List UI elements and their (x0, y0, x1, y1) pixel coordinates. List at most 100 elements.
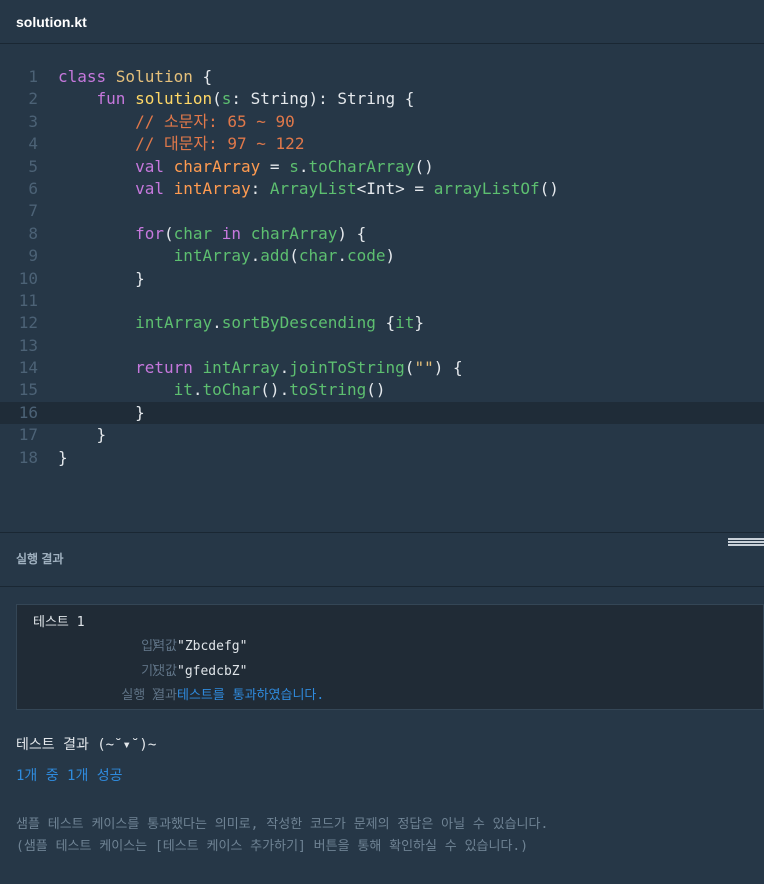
code-text: // 대문자: 97 ~ 122 (58, 133, 304, 155)
code-line[interactable]: 4 // 대문자: 97 ~ 122 (0, 133, 764, 155)
code-token: sortByDescending (221, 313, 376, 333)
code-token: val (135, 156, 174, 176)
code-line[interactable]: 5 val charArray = s.toCharArray() (0, 156, 764, 178)
row-value: "gfedcbZ" (177, 664, 248, 679)
code-token: ( (289, 246, 299, 266)
code-token: : (250, 178, 270, 198)
line-number: 8 (28, 223, 38, 243)
code-token: return (135, 358, 203, 378)
resize-handle-icon[interactable] (728, 538, 764, 546)
code-token: charArray (250, 223, 338, 243)
code-line[interactable]: 3 // 소문자: 65 ~ 90 (0, 111, 764, 133)
line-number: 2 (28, 89, 38, 109)
line-number: 9 (28, 246, 38, 266)
code-token: toChar (202, 380, 261, 400)
code-text: class Solution { (58, 66, 212, 88)
code-token: joinToString (289, 358, 405, 378)
line-number: 10 (18, 268, 38, 288)
code-token: () (539, 178, 559, 198)
chevron-right-icon: 〉 (152, 664, 166, 679)
result-note: 샘플 테스트 케이스를 통과했다는 의미로, 작성한 코드가 문제의 정답은 아… (16, 817, 549, 832)
code-token: Solution (115, 67, 193, 86)
code-line[interactable]: 17 } (0, 424, 764, 446)
code-token: // 대문자: 97 ~ 122 (58, 134, 305, 154)
code-text: fun solution(s: String): String { (58, 88, 415, 110)
code-token: . (279, 358, 290, 378)
code-token: ArrayList (269, 178, 357, 198)
row-label: 실행 결과 (121, 688, 177, 703)
code-token: ) { (433, 358, 463, 378)
code-line[interactable]: 2 fun solution(s: String): String { (0, 88, 764, 110)
test-row-result: 실행 결과 〉 테스트를 통과하였습니다. (17, 686, 763, 706)
code-line[interactable]: 13 (0, 335, 764, 357)
line-number: 18 (18, 447, 38, 467)
code-token: s (221, 89, 232, 109)
code-token: val (135, 178, 174, 198)
code-token: . (250, 246, 261, 266)
code-text: // 소문자: 65 ~ 90 (58, 111, 295, 133)
code-token: . (212, 313, 222, 333)
code-token: ( (212, 89, 222, 109)
test-case-title: 테스트 1 (33, 615, 85, 630)
code-token: } (414, 313, 425, 333)
file-name: solution.kt (16, 13, 87, 30)
code-text: for(char in charArray) { (58, 223, 366, 245)
code-line[interactable]: 10 } (0, 268, 764, 290)
code-line[interactable]: 18} (0, 447, 764, 469)
code-token: ) (385, 246, 396, 266)
code-token: for (135, 223, 164, 243)
line-number: 5 (28, 156, 38, 176)
pass-status: 테스트를 통과하였습니다. (177, 688, 325, 703)
code-line[interactable]: 6 val intArray: ArrayList<Int> = arrayLi… (0, 178, 764, 200)
code-line[interactable]: 1 class Solution { (0, 66, 764, 88)
line-number: 6 (28, 178, 38, 198)
code-line[interactable]: 12 intArray.sortByDescending {it} (0, 312, 764, 334)
file-tab-header: solution.kt (0, 0, 764, 44)
code-line[interactable]: 15 it.toChar().toString() (0, 379, 764, 401)
code-token: () (414, 156, 434, 176)
line-number: 14 (18, 358, 38, 378)
code-token: // 소문자: 65 ~ 90 (58, 111, 295, 131)
code-text: } (58, 424, 107, 446)
code-line[interactable]: 8 for(char in charArray) { (0, 223, 764, 245)
line-number: 3 (28, 111, 38, 131)
code-line[interactable]: 7 (0, 200, 764, 222)
chevron-right-icon: 〉 (152, 688, 166, 703)
code-token: arrayListOf (433, 178, 540, 198)
code-token: } (58, 447, 68, 467)
code-token: } (58, 268, 145, 288)
code-text: } (58, 402, 145, 424)
code-token: in (221, 223, 251, 243)
code-text: val charArray = s.toCharArray() (58, 156, 434, 178)
line-number: 15 (18, 380, 38, 400)
code-line[interactable]: 11 (0, 290, 764, 312)
code-token: it (395, 313, 415, 333)
code-editor[interactable]: 1 class Solution {2 fun solution(s: Strin… (0, 66, 764, 469)
test-case-card: 테스트 1 입력값 〉 "Zbcdefg" 기댓값 〉 "gfedcbZ" 실행… (16, 604, 764, 710)
code-token: it (173, 380, 193, 400)
chevron-right-icon: 〉 (152, 639, 166, 654)
result-note: (샘플 테스트 케이스는 [테스트 케이스 추가하기] 버튼을 통해 확인하실 … (16, 839, 529, 854)
code-token: charArray (173, 156, 261, 176)
code-token: ( (163, 223, 174, 243)
code-line[interactable]: 9 intArray.add(char.code) (0, 245, 764, 267)
code-token: () (366, 380, 386, 400)
code-token: . (337, 246, 348, 266)
result-summary: 1개 중 1개 성공 (16, 768, 123, 784)
code-text: } (58, 268, 145, 290)
code-token: : String): String { (231, 89, 415, 109)
code-token: char (173, 223, 222, 243)
code-token: toString (289, 380, 367, 400)
line-number: 16 (18, 402, 38, 422)
row-value: "Zbcdefg" (177, 639, 248, 654)
code-token: = (260, 156, 290, 176)
line-number: 17 (18, 425, 38, 445)
code-line[interactable]: 14 return intArray.joinToString("") { (0, 357, 764, 379)
code-line[interactable]: 16 } (0, 401, 764, 425)
